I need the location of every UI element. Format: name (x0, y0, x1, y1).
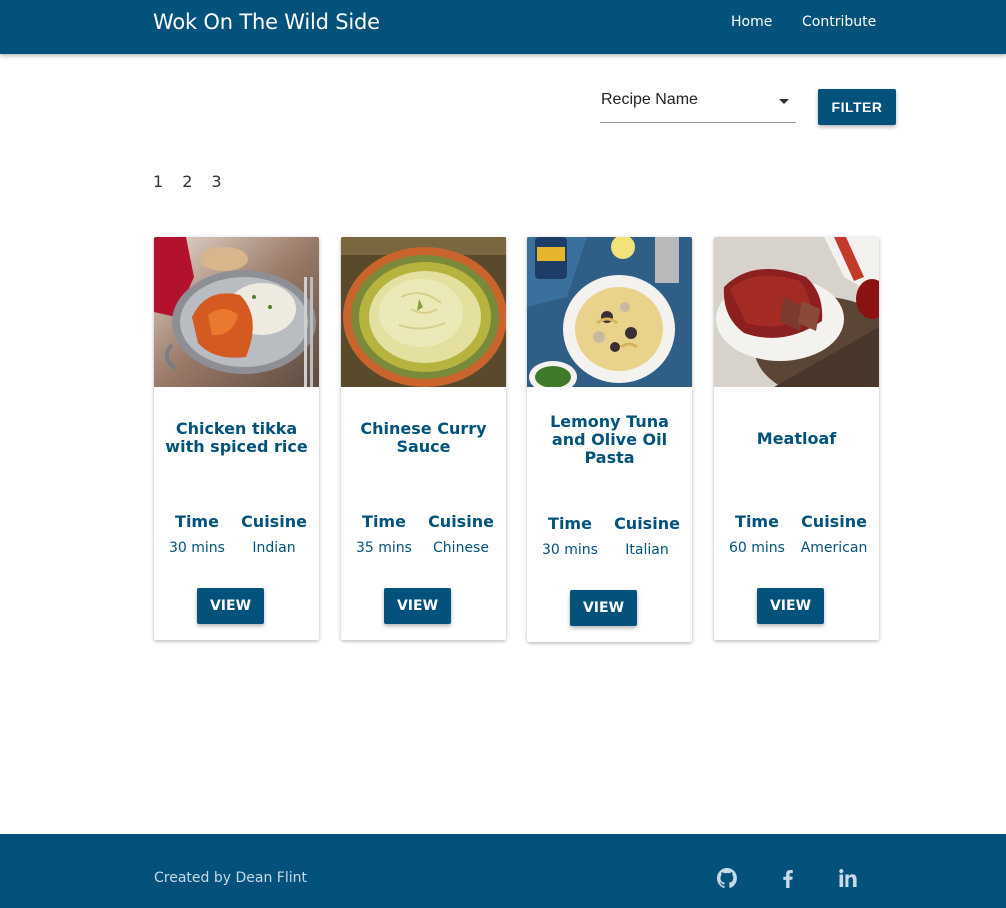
view-recipe-button[interactable]: VIEW (570, 590, 637, 626)
pagination: 1 2 3 (153, 172, 241, 191)
cuisine-value: Indian (252, 540, 296, 556)
cuisine-value: Chinese (433, 540, 489, 556)
chicken-tikka-photo (154, 237, 319, 387)
cuisine-label: Cuisine (428, 512, 494, 531)
cuisine-label: Cuisine (801, 512, 867, 531)
time-label: Time (175, 512, 219, 531)
filter-button[interactable]: FILTER (818, 89, 896, 125)
top-navbar: Wok On The Wild Side Home Contribute (0, 0, 1006, 54)
page-link-3[interactable]: 3 (211, 172, 221, 191)
filter-select[interactable]: Recipe Name (600, 88, 796, 123)
time-value: 30 mins (169, 540, 225, 556)
recipe-title: Meatloaf (756, 429, 837, 448)
recipe-card: Lemony Tuna and Olive Oil Pasta Time Cui… (527, 237, 692, 642)
view-recipe-button[interactable]: VIEW (757, 588, 824, 624)
time-label: Time (735, 512, 779, 531)
cuisine-value: Italian (625, 542, 669, 558)
time-label: Time (548, 514, 592, 533)
view-recipe-button[interactable]: VIEW (197, 588, 264, 624)
recipe-card: Chinese Curry Sauce Time Cuisine 35 mins… (341, 237, 506, 640)
time-value: 35 mins (356, 540, 412, 556)
cuisine-value: American (800, 540, 868, 556)
nav-contribute-link[interactable]: Contribute (802, 13, 876, 31)
linkedin-icon[interactable] (836, 866, 860, 890)
site-brand[interactable]: Wok On The Wild Side (153, 10, 380, 34)
cuisine-label: Cuisine (614, 514, 680, 533)
recipe-card: Meatloaf Time Cuisine 60 mins American V… (714, 237, 879, 640)
dropdown-caret-icon (779, 99, 789, 104)
time-value: 60 mins (729, 540, 785, 556)
footer: Created by Dean Flint (0, 834, 1006, 908)
page-link-1[interactable]: 1 (153, 172, 163, 191)
recipe-card: Chicken tikka with spiced rice Time Cuis… (154, 237, 319, 640)
time-label: Time (362, 512, 406, 531)
tuna-pasta-photo (527, 237, 692, 387)
recipe-title: Chinese Curry Sauce (360, 419, 487, 456)
recipe-title: Lemony Tuna and Olive Oil Pasta (550, 412, 669, 467)
facebook-icon[interactable] (776, 866, 800, 890)
time-value: 30 mins (542, 542, 598, 558)
github-icon[interactable] (715, 866, 739, 890)
curry-sauce-photo (341, 237, 506, 387)
recipe-title: Chicken tikka with spiced rice (165, 419, 308, 456)
page-link-2[interactable]: 2 (182, 172, 192, 191)
view-recipe-button[interactable]: VIEW (384, 588, 451, 624)
filter-select-value: Recipe Name (601, 91, 698, 108)
footer-credit: Created by Dean Flint (154, 870, 307, 886)
nav-home-link[interactable]: Home (731, 13, 772, 31)
meatloaf-photo (714, 237, 879, 387)
cuisine-label: Cuisine (241, 512, 307, 531)
